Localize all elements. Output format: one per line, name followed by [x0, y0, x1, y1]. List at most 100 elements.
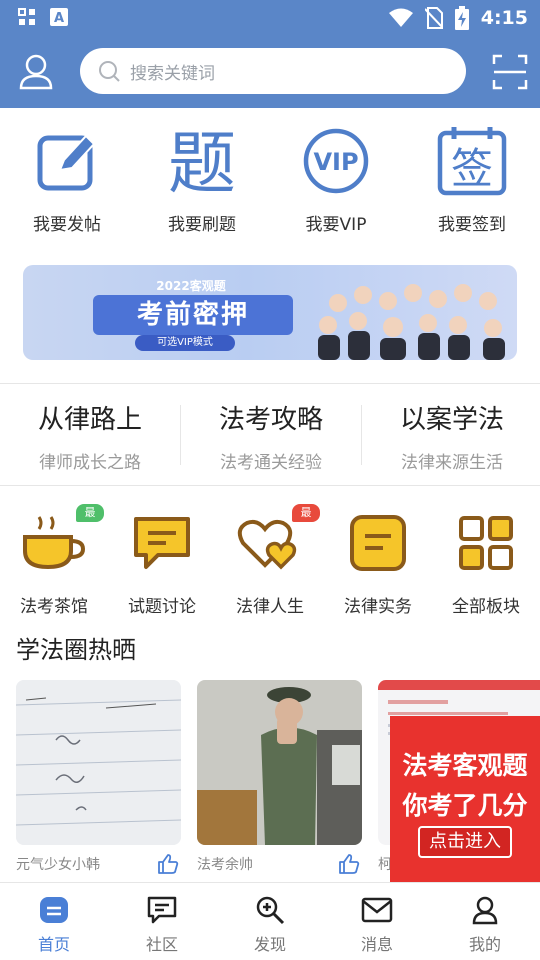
post-author: 元气少女小韩 — [16, 857, 100, 873]
channel-title: 法考攻略 — [218, 405, 323, 435]
home-icon — [40, 897, 68, 923]
ad-enter-button[interactable]: 点击进入 — [418, 826, 512, 858]
vip-icon: VIP — [303, 128, 369, 194]
promo-banner[interactable]: 2022客观题 考前密押 可选VIP模式 — [23, 265, 517, 360]
nav-label: 首页 — [37, 935, 70, 954]
board-legal-life[interactable]: 法律人生 最热 — [220, 504, 320, 617]
discover-icon — [256, 896, 285, 925]
community-icon — [147, 896, 177, 924]
banner-subtitle: 可选VIP模式 — [135, 335, 235, 351]
board-label: 试题讨论 — [128, 597, 196, 617]
svg-text:A: A — [54, 11, 64, 26]
bottom-nav: 首页 社区 发现 消息 我的 — [0, 882, 540, 960]
channel-subtitle: 法考通关经验 — [220, 453, 322, 473]
app-screen: A 4:15 搜索关键词 我要发帖 题 我要刷题 VIP 我要VIP 签 我要签… — [0, 0, 540, 960]
teacup-icon — [23, 516, 86, 570]
quick-actions: 我要发帖 题 我要刷题 VIP 我要VIP 签 我要签到 — [0, 120, 540, 240]
channel-exam-strategy[interactable]: 法考攻略 法考通关经验 — [181, 399, 361, 473]
post-card[interactable]: 法考余帅 — [197, 680, 362, 874]
hot-badge: 最热 — [292, 504, 320, 537]
handwritten-note-photo — [16, 680, 181, 845]
app-grid-icon — [18, 8, 35, 25]
nav-label: 消息 — [360, 935, 393, 954]
quick-action-label: 我要发帖 — [33, 215, 101, 235]
board-question-discussion[interactable]: 试题讨论 — [112, 510, 212, 617]
thumbs-up-icon — [158, 854, 179, 874]
floating-ad[interactable]: 法考客观题 你考了几分 点击进入 — [390, 716, 540, 882]
quick-action-label: 我要刷题 — [168, 215, 236, 235]
message-icon — [361, 897, 393, 923]
divider — [0, 383, 540, 384]
nav-home[interactable]: 首页 — [14, 893, 94, 955]
new-badge: 最新 — [76, 504, 104, 537]
teachers-photo — [318, 284, 505, 360]
quick-action-vip[interactable]: VIP 我要VIP — [281, 120, 391, 235]
nav-profile[interactable]: 我的 — [445, 893, 525, 955]
nav-label: 发现 — [253, 935, 286, 954]
wifi-icon — [388, 8, 413, 27]
featured-channels: 从律路上 律师成长之路 法考攻略 法考通关经验 以案学法 法律来源生活 — [0, 385, 540, 485]
quick-action-post[interactable]: 我要发帖 — [12, 120, 122, 235]
forum-boards: 法考茶馆 最新 试题讨论 法律人生 最热 法律实务 全部板块 — [0, 500, 540, 617]
nav-label: 我的 — [468, 935, 501, 954]
quick-action-practice[interactable]: 题 我要刷题 — [147, 120, 257, 235]
like-button[interactable] — [338, 853, 360, 879]
post-image — [16, 680, 181, 845]
search-bar[interactable]: 搜索关键词 — [80, 48, 466, 94]
post-card[interactable]: 元气少女小韩 — [16, 680, 181, 874]
scan-icon — [492, 54, 528, 90]
board-legal-practice[interactable]: 法律实务 — [328, 510, 428, 617]
scan-button[interactable] — [492, 54, 528, 90]
top-header: 搜索关键词 — [0, 36, 540, 108]
channel-subtitle: 法律来源生活 — [401, 453, 503, 473]
quick-action-label: 我要签到 — [438, 215, 506, 235]
quick-action-checkin[interactable]: 签 我要签到 — [417, 120, 527, 235]
banner-year-tag: 2022客观题 — [156, 279, 226, 293]
profile-icon — [472, 896, 498, 925]
search-icon — [99, 61, 120, 82]
quick-action-label: 我要VIP — [305, 215, 367, 235]
divider — [0, 485, 540, 486]
profile-button[interactable] — [16, 52, 56, 92]
question-icon: 题 — [168, 125, 236, 201]
board-label: 法考茶馆 — [20, 597, 88, 617]
clock: 4:15 — [480, 7, 528, 29]
post-image — [197, 680, 362, 845]
note-icon — [350, 515, 406, 571]
nav-community[interactable]: 社区 — [122, 893, 202, 955]
no-sim-icon — [424, 7, 443, 29]
nav-label: 社区 — [145, 935, 178, 954]
notification-a-icon: A — [50, 8, 68, 26]
channel-title: 从律路上 — [37, 405, 142, 435]
channel-subtitle: 律师成长之路 — [39, 453, 141, 473]
channel-lawyer-road[interactable]: 从律路上 律师成长之路 — [0, 399, 180, 473]
svg-text:签: 签 — [451, 144, 493, 193]
post-author: 法考余帅 — [197, 857, 253, 873]
section-title: 学法圈热晒 — [16, 636, 136, 664]
channel-case-study[interactable]: 以案学法 法律来源生活 — [362, 399, 540, 473]
hearts-icon — [237, 519, 297, 570]
grid-icon — [459, 516, 513, 570]
svg-text:题: 题 — [168, 125, 236, 201]
battery-charging-icon — [454, 6, 469, 30]
ad-subheadline: 你考了几分 — [402, 791, 528, 820]
board-all[interactable]: 全部板块 — [436, 510, 536, 617]
ad-headline: 法考客观题 — [402, 751, 528, 780]
like-button[interactable] — [157, 853, 179, 879]
checkin-icon: 签 — [437, 127, 507, 196]
thumbs-up-icon — [339, 854, 360, 874]
search-placeholder: 搜索关键词 — [130, 63, 215, 84]
board-label: 全部板块 — [452, 597, 520, 617]
board-label: 法律人生 — [236, 597, 304, 617]
edit-icon — [37, 134, 96, 191]
officer-photo — [197, 680, 362, 845]
user-icon — [19, 54, 53, 90]
svg-text:VIP: VIP — [313, 148, 358, 176]
chat-icon — [134, 517, 190, 569]
banner-title: 考前密押 — [93, 295, 293, 335]
channel-title: 以案学法 — [399, 405, 504, 435]
nav-messages[interactable]: 消息 — [337, 893, 417, 955]
nav-discover[interactable]: 发现 — [230, 893, 310, 955]
board-teahouse[interactable]: 法考茶馆 最新 — [4, 504, 104, 617]
board-label: 法律实务 — [344, 597, 412, 617]
